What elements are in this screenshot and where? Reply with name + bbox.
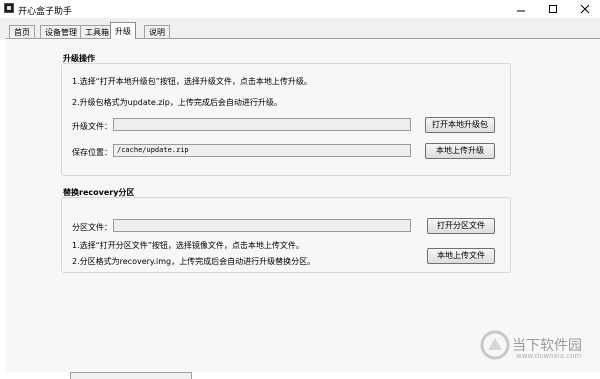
minimize-button[interactable] bbox=[506, 0, 536, 18]
maximize-icon bbox=[549, 5, 557, 13]
upgrade-file-label: 升级文件： bbox=[72, 122, 112, 131]
open-partition-file-button[interactable]: 打开分区文件 bbox=[427, 218, 495, 234]
watermark-logo-icon bbox=[480, 330, 510, 360]
tab-device-management[interactable]: 设备管理 bbox=[40, 25, 82, 38]
title-bar: 开心盒子助手 bbox=[0, 0, 600, 19]
local-upload-upgrade-button[interactable]: 本地上传升级 bbox=[425, 143, 495, 159]
tab-instructions[interactable]: 说明 bbox=[144, 25, 170, 38]
save-location-field[interactable]: /cache/update.zip bbox=[113, 144, 411, 157]
close-icon bbox=[580, 4, 590, 14]
open-local-upgrade-button[interactable]: 打开本地升级包 bbox=[425, 117, 495, 133]
window-title: 开心盒子助手 bbox=[18, 7, 73, 17]
recovery-instruction-1: 1.选择“打开分区文件”按钮，选择镜像文件，点击本地上传文件。 bbox=[72, 241, 304, 250]
upgrade-group-title: 升级操作 bbox=[63, 54, 95, 63]
maximize-button[interactable] bbox=[538, 0, 568, 18]
partition-file-field[interactable] bbox=[113, 219, 411, 232]
recovery-instruction-2: 2.分区格式为recovery.img，上传完成后会自动进行升级替换分区。 bbox=[72, 257, 316, 266]
tab-label: 升级 bbox=[115, 27, 131, 36]
tab-toolbox[interactable]: 工具箱 bbox=[80, 25, 114, 38]
tab-label: 说明 bbox=[149, 28, 165, 37]
upgrade-instruction-1: 1.选择“打开本地升级包”按钮，选择升级文件，点击本地上传升级。 bbox=[72, 77, 312, 86]
minimize-icon bbox=[517, 10, 525, 12]
tab-upgrade[interactable]: 升级 bbox=[110, 22, 136, 39]
recovery-group-title: 替换recovery分区 bbox=[63, 188, 135, 197]
upgrade-instruction-2: 2.升级包格式为update.zip，上传完成后会自动进行升级。 bbox=[72, 98, 282, 107]
app-icon bbox=[4, 3, 14, 13]
tab-label: 设备管理 bbox=[45, 28, 77, 37]
close-button[interactable] bbox=[570, 0, 600, 18]
tab-home[interactable]: 首页 bbox=[9, 25, 35, 38]
tab-label: 工具箱 bbox=[85, 28, 109, 37]
upgrade-file-field[interactable] bbox=[113, 118, 411, 131]
save-location-label: 保存位置： bbox=[72, 148, 112, 157]
watermark-url: www.downxia.com bbox=[516, 352, 582, 360]
partition-file-label: 分区文件： bbox=[72, 223, 112, 232]
tab-label: 首页 bbox=[14, 28, 30, 37]
local-upload-file-button[interactable]: 本地上传文件 bbox=[427, 248, 495, 264]
